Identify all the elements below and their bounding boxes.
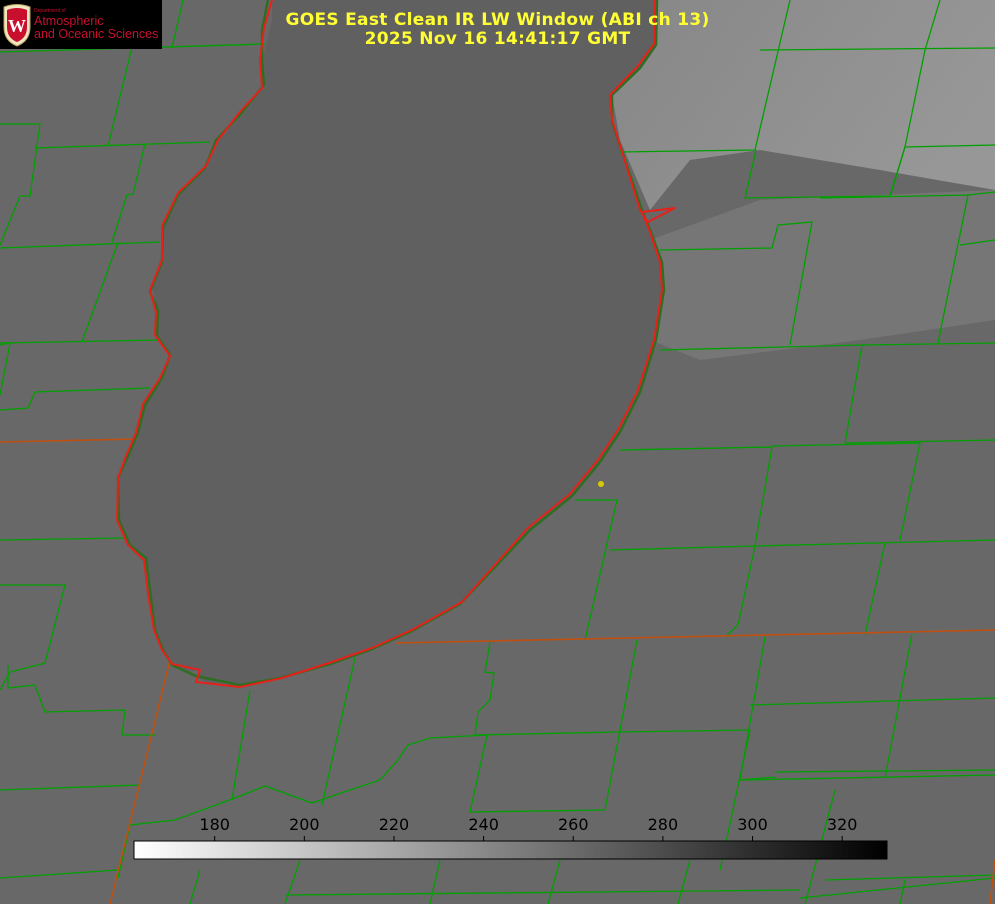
crest-letter: W (8, 16, 26, 36)
satellite-map-view: 180 200 220 240 260 280 300 320 GOES East Clean… (0, 0, 995, 904)
logo-text: Department of Atmospheric and Oceanic Sc… (34, 8, 158, 41)
satellite-map (0, 0, 995, 904)
location-marker (598, 481, 604, 487)
logo-line-2: and Oceanic Sciences (34, 27, 159, 41)
aos-logo: W Department of Atmospheric and Oceanic … (0, 0, 162, 49)
uw-crest-icon: W (3, 4, 31, 47)
